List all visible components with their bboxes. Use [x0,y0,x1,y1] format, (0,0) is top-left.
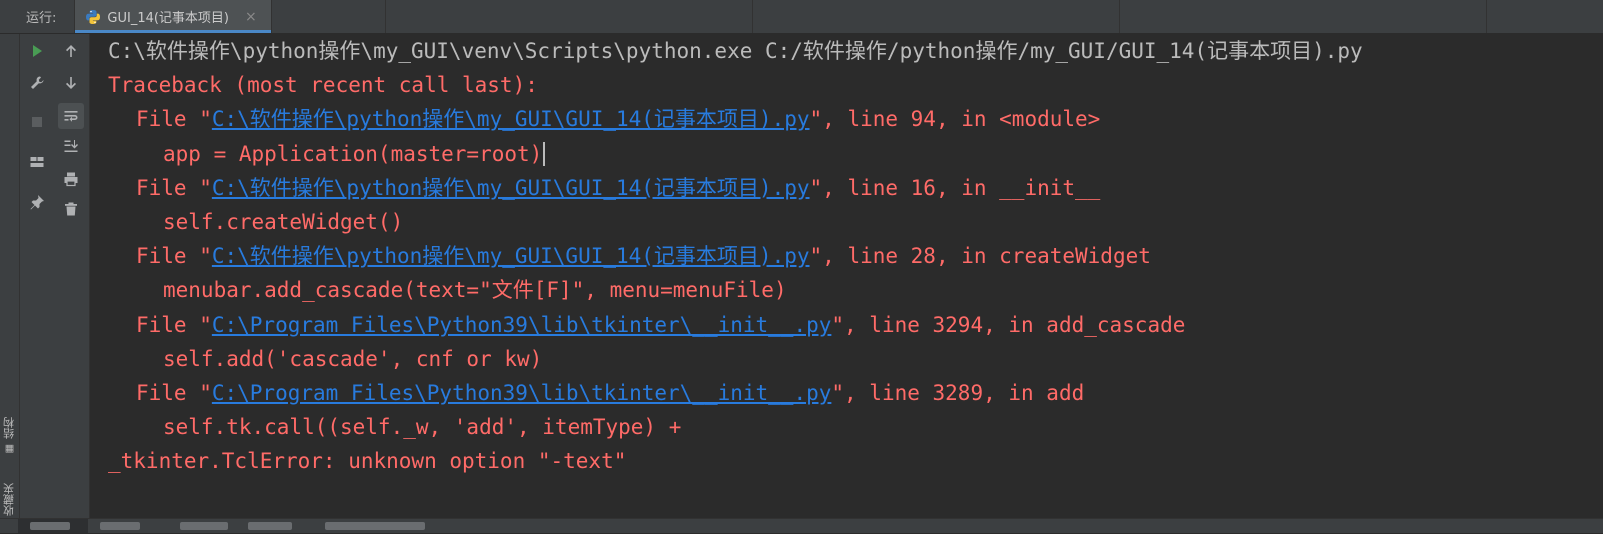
bottom-tab[interactable] [248,522,292,530]
trash-icon[interactable] [58,196,84,222]
run-tab-title: GUI_14(记事本项目) [107,11,229,26]
wrench-icon[interactable] [24,70,50,96]
traceback-frame: File "C:\Program Files\Python39\lib\tkin… [90,376,1603,410]
run-tool-window-header: 运行: GUI_14(记事本项目) × [0,0,1603,34]
run-label: 运行: [26,11,57,26]
favorites-tab-label: 收藏夹 [2,483,16,516]
header-divider [385,0,386,33]
run-toolbar-primary [20,34,53,518]
header-divider [752,0,753,33]
bottom-tab[interactable] [100,522,140,530]
frame-suffix: ", line 3294, in add_cascade [831,312,1186,337]
print-icon[interactable] [58,166,84,192]
structure-tab[interactable]: ▦ 结构 [0,374,19,454]
traceback-frame: File "C:\软件操作\python操作\my_GUI\GUI_14(记事本… [90,239,1603,273]
traceback-code: self.tk.call((self._w, 'add', itemType) … [163,415,682,440]
frame-prefix: File " [136,312,212,337]
console-output[interactable]: C:\软件操作\python操作\my_GUI\venv\Scripts\pyt… [90,34,1603,518]
error-message: _tkinter.TclError: unknown option "-text… [108,449,627,474]
text-caret [543,141,546,166]
frame-suffix: ", line 28, in createWidget [809,244,1151,269]
scroll-to-end-icon[interactable] [58,133,84,159]
rerun-icon[interactable] [24,38,50,64]
traceback-frame: File "C:\Program Files\Python39\lib\tkin… [90,308,1603,342]
frame-suffix: ", line 94, in <module> [809,107,1101,132]
structure-tab-label: 结构 [2,417,16,439]
command-line: C:\软件操作\python操作\my_GUI\venv\Scripts\pyt… [108,39,1363,63]
bottom-tab[interactable] [180,522,228,530]
run-tab[interactable]: GUI_14(记事本项目) × [74,0,272,33]
soft-wrap-icon[interactable] [58,103,84,129]
traceback-code: self.createWidget() [163,209,404,234]
frame-prefix: File " [136,107,212,132]
traceback-code: app = Application(master=root) [90,137,1603,171]
run-toolbar-secondary [53,34,90,518]
file-link[interactable]: C:\软件操作\python操作\my_GUI\GUI_14(记事本项目).py [212,244,810,268]
python-icon [86,9,101,24]
up-arrow-icon[interactable] [58,38,84,64]
traceback-code: self.add('cascade', cnf or kw) [163,346,543,371]
left-tool-strip: ▦ 结构 ★ 收藏夹 [0,34,20,534]
down-arrow-icon[interactable] [58,70,84,96]
layout-icon[interactable] [24,149,50,175]
close-icon[interactable]: × [245,9,257,25]
frame-code: app = Application(master=root) [163,141,543,166]
header-divider [1486,0,1487,33]
frame-suffix: ", line 16, in __init__ [809,175,1101,200]
file-link[interactable]: C:\Program Files\Python39\lib\tkinter\__… [212,381,832,405]
bottom-tab[interactable] [325,522,425,530]
stop-icon[interactable] [24,109,50,135]
file-link[interactable]: C:\软件操作\python操作\my_GUI\GUI_14(记事本项目).py [212,107,810,131]
traceback-code: menubar.add_cascade(text="文件[F]", menu=m… [163,278,787,303]
file-link[interactable]: C:\Program Files\Python39\lib\tkinter\__… [212,313,832,337]
pin-icon[interactable] [24,189,50,215]
header-divider [1119,0,1120,33]
bottom-tab[interactable] [30,522,70,530]
frame-prefix: File " [136,380,212,405]
traceback-frame: File "C:\软件操作\python操作\my_GUI\GUI_14(记事本… [90,102,1603,136]
traceback-header: Traceback (most recent call last): [108,73,538,98]
frame-prefix: File " [136,175,212,200]
frame-prefix: File " [136,244,212,269]
frame-suffix: ", line 3289, in add [831,380,1085,405]
traceback-frame: File "C:\软件操作\python操作\my_GUI\GUI_14(记事本… [90,171,1603,205]
bottom-tool-bar [0,518,1603,533]
file-link[interactable]: C:\软件操作\python操作\my_GUI\GUI_14(记事本项目).py [212,176,810,200]
